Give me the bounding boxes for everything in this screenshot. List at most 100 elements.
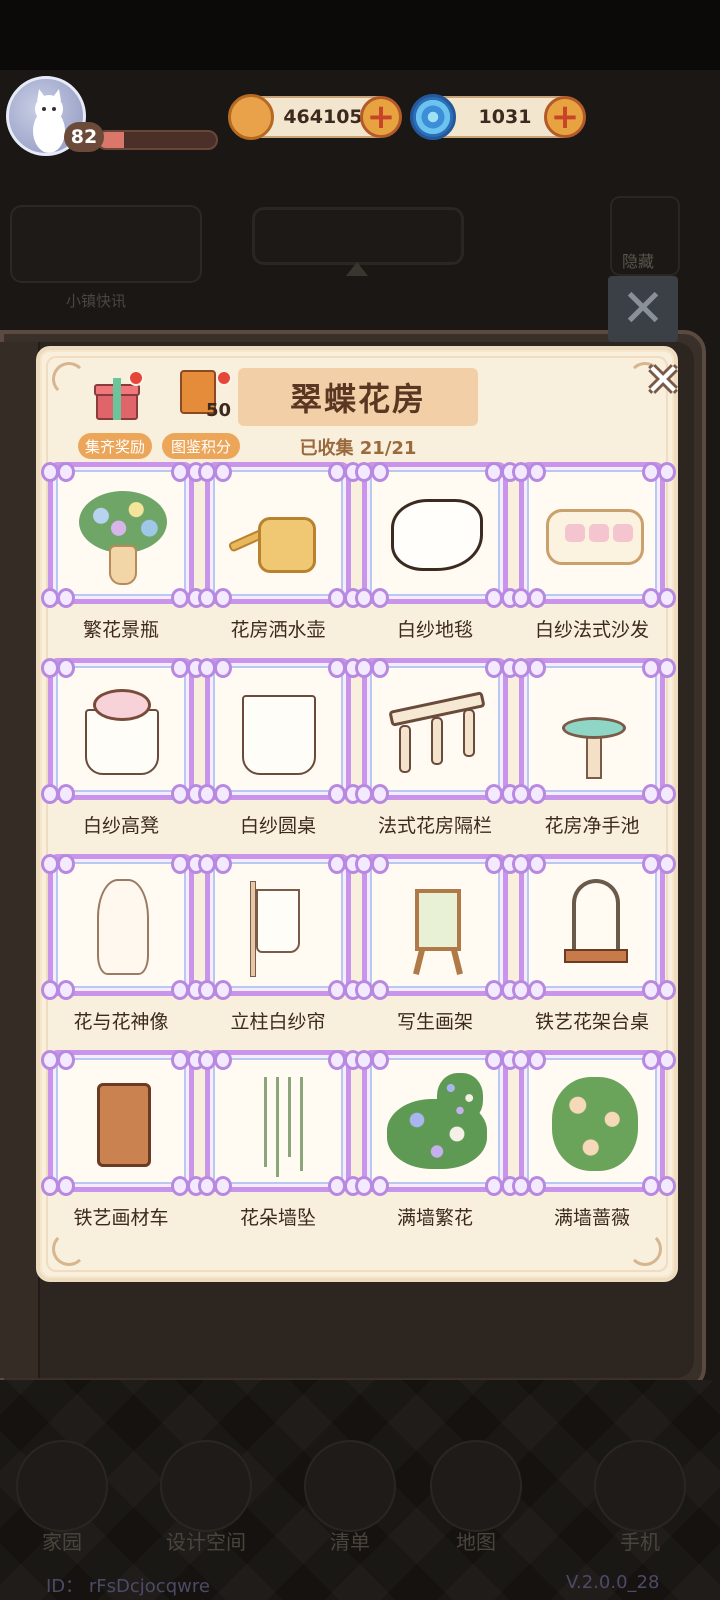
item-card[interactable]: 法式花房隔栏 [355, 658, 519, 848]
item-name: 白纱法式沙发 [534, 619, 649, 641]
book-close-x-icon: ✕ [608, 276, 678, 342]
nav-home-label: 家园 [42, 1530, 82, 1554]
item-frame [355, 462, 519, 608]
item-frame [198, 462, 362, 608]
design-icon [160, 1440, 252, 1532]
nav-map: 地图 [416, 1440, 536, 1560]
item-name: 白纱地毯 [396, 619, 473, 641]
item-name: 写生画架 [396, 1011, 473, 1033]
nav-design-space-label: 设计空间 [166, 1530, 246, 1554]
nav-phone: 手机 [580, 1440, 700, 1560]
item-frame [198, 1050, 362, 1196]
item-frame [512, 1050, 676, 1196]
item-card[interactable]: 立柱白纱帘 [198, 854, 362, 1044]
item-frame [41, 658, 205, 804]
corner-ornament [52, 362, 86, 396]
curtain-pole-icon [228, 875, 332, 979]
item-card[interactable]: 铁艺画材车 [41, 1050, 205, 1240]
item-frame [198, 854, 362, 1000]
item-frame [512, 854, 676, 1000]
collection-title: 翠蝶花房 [238, 368, 478, 426]
hide-ui-label: 隐藏 [622, 252, 655, 271]
item-card[interactable]: 花朵墙坠 [198, 1050, 362, 1240]
user-id: ID： rFsDcjocqwre [46, 1576, 210, 1597]
version-label: V.2.0.0_28 [566, 1572, 660, 1593]
collection-reward-button[interactable]: 集齐奖励 [78, 433, 152, 459]
statue-icon [71, 875, 175, 979]
collection-points-button[interactable]: 图鉴积分 [162, 433, 240, 459]
map-pin-icon [430, 1440, 522, 1532]
news-board [10, 205, 202, 283]
bottom-navigation: 家园 设计空间 清单 地图 手机 [0, 1440, 720, 1560]
close-button[interactable]: ✕ [640, 358, 686, 404]
nav-checklist-label: 清单 [330, 1530, 370, 1554]
item-card[interactable]: 繁花景瓶 [41, 462, 205, 652]
item-frame [512, 658, 676, 804]
round-table-icon [228, 679, 332, 783]
item-card[interactable]: 铁艺花架台桌 [512, 854, 676, 1044]
item-card[interactable]: 花与花神像 [41, 854, 205, 1044]
phone-icon [594, 1440, 686, 1532]
news-label: 小镇快讯 [66, 292, 127, 310]
top-status-area [0, 0, 720, 70]
item-name: 白纱高凳 [82, 815, 159, 837]
item-card[interactable]: 白纱法式沙发 [512, 462, 676, 652]
rose-wall-icon [542, 1071, 646, 1175]
flower-wall-icon [385, 1071, 489, 1175]
stool-icon [71, 679, 175, 783]
points-value: 50 [206, 400, 232, 421]
add-gems-button[interactable]: + [544, 96, 586, 138]
easel-icon [385, 875, 489, 979]
white-rug-icon [385, 483, 489, 587]
railing-icon [385, 679, 489, 783]
item-card[interactable]: 白纱高凳 [41, 658, 205, 848]
item-frame [41, 854, 205, 1000]
flower-arch-table-icon [542, 875, 646, 979]
item-frame [355, 658, 519, 804]
points-notification-dot [216, 370, 232, 386]
gem-value: 1031 [478, 106, 532, 128]
item-card[interactable]: 白纱地毯 [355, 462, 519, 652]
item-frame [512, 462, 676, 608]
item-name: 花房洒水壶 [230, 619, 326, 641]
coin-counter: 464105 + [228, 94, 402, 140]
item-frame [355, 854, 519, 1000]
checklist-icon [304, 1440, 396, 1532]
coin-value: 464105 [283, 106, 363, 128]
item-card[interactable]: 写生画架 [355, 854, 519, 1044]
add-coins-button[interactable]: + [360, 96, 402, 138]
item-card[interactable]: 花房洒水壶 [198, 462, 362, 652]
background-arrow-icon [346, 262, 368, 276]
item-frame [355, 1050, 519, 1196]
item-name: 满墙蔷薇 [553, 1207, 630, 1229]
item-name: 花朵墙坠 [239, 1207, 316, 1229]
item-name: 满墙繁花 [396, 1207, 473, 1229]
item-frame [41, 1050, 205, 1196]
wash-basin-icon [542, 679, 646, 783]
item-frame [198, 658, 362, 804]
collected-count: 已收集 21/21 [299, 438, 417, 459]
experience-bar [96, 130, 218, 150]
item-name: 白纱圆桌 [239, 815, 316, 837]
item-name: 铁艺花架台桌 [534, 1011, 649, 1033]
item-card[interactable]: 白纱圆桌 [198, 658, 362, 848]
gem-counter: 1031 + [410, 94, 586, 140]
watering-can-icon [227, 483, 332, 587]
sofa-icon [542, 483, 646, 587]
nav-phone-label: 手机 [620, 1530, 660, 1554]
item-name: 法式花房隔栏 [377, 815, 492, 837]
item-card[interactable]: 花房净手池 [512, 658, 676, 848]
flower-vase-icon [71, 483, 175, 587]
item-name: 立柱白纱帘 [230, 1011, 326, 1033]
item-name: 繁花景瓶 [82, 619, 159, 641]
item-card[interactable]: 满墙蔷薇 [512, 1050, 676, 1240]
coin-icon [228, 94, 274, 140]
item-card[interactable]: 满墙繁花 [355, 1050, 519, 1240]
item-grid: 繁花景瓶 花房洒水壶 白纱地毯 白纱法式沙发 白纱高凳 白纱圆桌 法式花房隔栏 … [41, 462, 676, 1250]
nav-checklist: 清单 [290, 1440, 410, 1560]
level-badge: 82 [64, 122, 104, 152]
nav-design-space: 设计空间 [146, 1440, 266, 1560]
art-cart-icon [71, 1071, 175, 1175]
item-name: 花与花神像 [73, 1011, 169, 1033]
background-center-button [252, 207, 464, 265]
